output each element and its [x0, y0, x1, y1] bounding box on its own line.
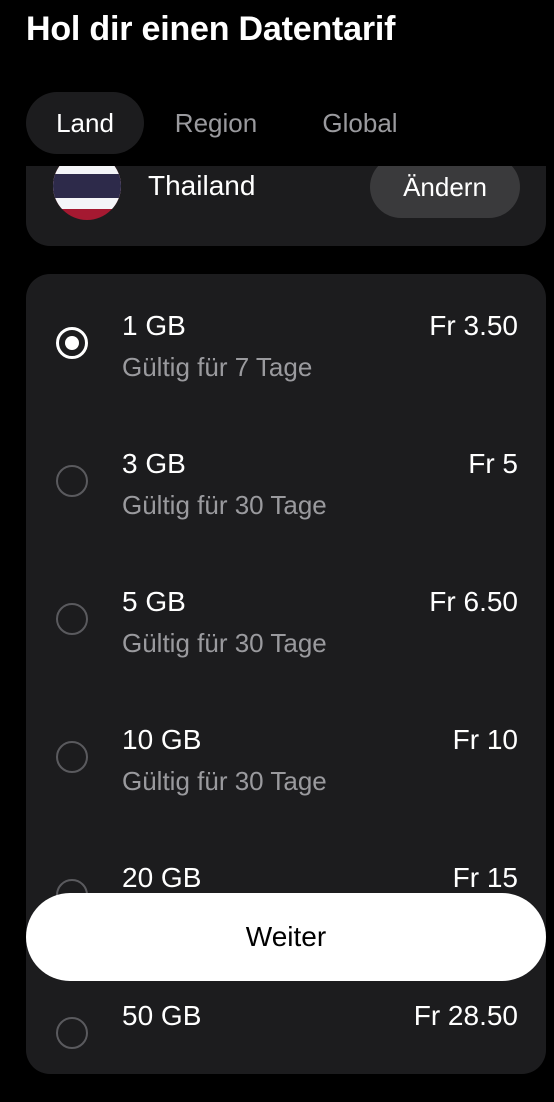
plan-price: Fr 10 — [452, 724, 518, 755]
plan-validity: Gültig für 30 Tage — [122, 490, 327, 520]
tab-region[interactable]: Region — [154, 92, 278, 154]
radio-selected-icon[interactable] — [56, 327, 88, 359]
plan-price: Fr 15 — [452, 862, 518, 893]
radio-unselected-icon[interactable] — [56, 1017, 88, 1049]
plan-item-3gb[interactable]: 3 GB Gültig für 30 Tage Fr 5 — [26, 412, 546, 550]
plan-price: Fr 5 — [468, 448, 518, 479]
plan-size: 10 GB — [122, 724, 202, 755]
thailand-flag-icon — [53, 166, 121, 220]
tab-land[interactable]: Land — [26, 92, 144, 154]
country-name: Thailand — [148, 170, 256, 201]
plan-item-10gb[interactable]: 10 GB Gültig für 30 Tage Fr 10 — [26, 688, 546, 826]
change-country-button[interactable]: Ändern — [370, 166, 520, 218]
plan-item-5gb[interactable]: 5 GB Gültig für 30 Tage Fr 6.50 — [26, 550, 546, 688]
continue-button[interactable]: Weiter — [26, 893, 546, 981]
plan-price: Fr 28.50 — [413, 1000, 518, 1031]
plan-item-50gb[interactable]: 50 GB Fr 28.50 — [26, 964, 546, 1102]
plan-price: Fr 6.50 — [429, 586, 518, 617]
plan-size: 20 GB — [122, 862, 202, 893]
radio-unselected-icon[interactable] — [56, 741, 88, 773]
radio-unselected-icon[interactable] — [56, 603, 88, 635]
radio-unselected-icon[interactable] — [56, 465, 88, 497]
tab-global[interactable]: Global — [294, 92, 426, 154]
plan-size: 5 GB — [122, 586, 186, 617]
country-selector-card: Thailand Ändern — [26, 166, 546, 246]
plan-size: 1 GB — [122, 310, 186, 341]
plan-size: 50 GB — [122, 1000, 202, 1031]
plan-item-1gb[interactable]: 1 GB Gültig für 7 Tage Fr 3.50 — [26, 274, 546, 412]
plan-validity: Gültig für 30 Tage — [122, 766, 327, 796]
plan-validity: Gültig für 30 Tage — [122, 628, 327, 658]
plan-size: 3 GB — [122, 448, 186, 479]
plan-price: Fr 3.50 — [429, 310, 518, 341]
plan-validity: Gültig für 7 Tage — [122, 352, 313, 382]
plan-type-tabs: Land Region Global — [26, 92, 526, 154]
page-title: Hol dir einen Datentarif — [26, 10, 396, 48]
